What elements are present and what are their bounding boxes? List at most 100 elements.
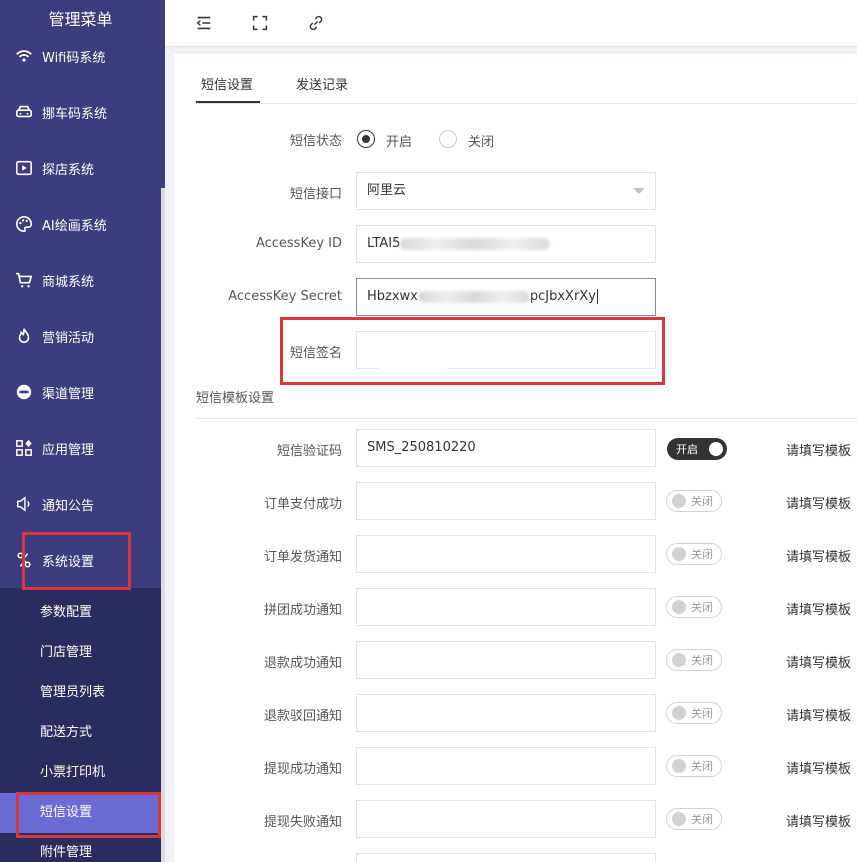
template-hint: 请填写模板 [786, 656, 852, 671]
sidebar-item-car[interactable]: 挪车码系统 [0, 84, 161, 140]
sidebar-item-label: 通知公告 [42, 498, 95, 514]
access-key-secret-label: AccessKey Secret [228, 289, 342, 304]
sub-item-params[interactable]: 参数配置 [0, 593, 161, 633]
template-row-label: 提现失败通知 [263, 815, 342, 830]
sidebar-item-label: 挪车码系统 [42, 106, 108, 122]
switch-label: 关闭 [691, 654, 713, 667]
speaker-icon [14, 494, 34, 514]
template-switch[interactable]: 关闭 [666, 755, 722, 777]
sidebar-item-apps[interactable]: 应用管理 [0, 420, 161, 476]
sms-interface-select[interactable]: 阿里云 [356, 172, 656, 210]
access-key-id-value: LTAI5 [367, 236, 401, 251]
video-icon [14, 158, 34, 178]
sidebar-item-mall[interactable]: 商城系统 [0, 252, 161, 308]
menu-fold-icon[interactable] [194, 13, 214, 33]
template-section-title: 短信模板设置 [196, 391, 275, 406]
template-switch[interactable]: 关闭 [666, 596, 722, 618]
switch-knob [672, 759, 686, 773]
template-code-input[interactable] [356, 747, 656, 785]
sidebar-item-label: 商城系统 [42, 274, 95, 290]
redacted-blur [417, 290, 530, 303]
switch-knob [709, 442, 723, 456]
template-code-input[interactable] [356, 482, 656, 520]
access-key-id-label: AccessKey ID [255, 236, 342, 251]
sidebar-item-label: AI绘画系统 [42, 218, 107, 234]
access-key-secret-value-tail: pcJbxXrXy [529, 289, 596, 304]
template-hint: 请填写模板 [786, 550, 852, 565]
switch-knob [672, 494, 686, 508]
wifi-icon [14, 46, 34, 66]
template-row-label: 提现成功通知 [263, 762, 342, 777]
sidebar-item-wifi[interactable]: Wifi码系统 [0, 28, 161, 84]
status-off-radio[interactable] [439, 130, 457, 148]
template-hint: 请填写模板 [786, 762, 852, 777]
sidebar-scrollbar[interactable] [161, 188, 165, 862]
palette-icon [14, 214, 34, 234]
template-code-input[interactable] [356, 694, 656, 732]
highlight-box-system-settings [22, 532, 131, 590]
switch-knob [672, 547, 686, 561]
sidebar-item-label: Wifi码系统 [42, 50, 106, 66]
sidebar-item-marketing[interactable]: 营销活动 [0, 308, 161, 364]
switch-knob [672, 812, 686, 826]
sidebar-item-channel[interactable]: 渠道管理 [0, 364, 161, 420]
switch-knob [672, 600, 686, 614]
sidebar-item-ai-painting[interactable]: AI绘画系统 [0, 196, 161, 252]
sidebar-item-notice[interactable]: 通知公告 [0, 476, 161, 532]
switch-label: 开启 [676, 443, 698, 456]
link-icon[interactable] [306, 13, 326, 33]
sms-status-label: 短信状态 [289, 134, 342, 149]
redacted-blur [400, 237, 551, 250]
template-switch[interactable]: 关闭 [666, 649, 722, 671]
template-code-input-partial[interactable] [356, 853, 656, 862]
status-off-label[interactable]: 关闭 [468, 131, 494, 150]
template-row-label: 退款成功通知 [263, 656, 342, 671]
template-switch[interactable]: 关闭 [666, 808, 722, 830]
access-key-secret-value: Hbzxwx [367, 289, 418, 304]
template-hint: 请填写模板 [786, 497, 852, 512]
cart-icon [14, 270, 34, 290]
status-on-radio[interactable] [357, 130, 375, 148]
chevron-down-icon [633, 188, 645, 194]
status-on-label[interactable]: 开启 [386, 131, 412, 150]
fullscreen-icon[interactable] [250, 13, 270, 33]
sidebar: 管理菜单 Wifi码系统 挪车码系统 探店系统 AI绘画系统 商城系统 营销活动… [0, 0, 165, 862]
template-switch[interactable]: 关闭 [666, 490, 722, 512]
switch-knob [672, 653, 686, 667]
tab-send-records[interactable]: 发送记录 [296, 74, 348, 93]
sub-item-delivery[interactable]: 配送方式 [0, 713, 161, 753]
template-row-label: 订单发货通知 [263, 550, 342, 565]
template-code-input[interactable]: SMS_250810220 [356, 429, 656, 467]
tab-sms-settings[interactable]: 短信设置 [201, 74, 253, 93]
template-row-label: 拼团成功通知 [263, 603, 342, 618]
sub-item-admins[interactable]: 管理员列表 [0, 673, 161, 713]
template-code-input[interactable] [356, 588, 656, 626]
sms-interface-label: 短信接口 [289, 187, 342, 202]
switch-label: 关闭 [691, 813, 713, 826]
sidebar-item-label: 应用管理 [42, 442, 95, 458]
switch-label: 关闭 [691, 601, 713, 614]
sub-item-stores[interactable]: 门店管理 [0, 633, 161, 673]
template-code-input[interactable] [356, 800, 656, 838]
template-row-label: 订单支付成功 [263, 497, 342, 512]
template-hint: 请填写模板 [786, 709, 852, 724]
text-cursor: ​ [596, 289, 598, 304]
car-icon [14, 102, 34, 122]
section-divider [196, 418, 857, 419]
highlight-box-sms-settings [16, 792, 161, 838]
access-key-secret-input[interactable]: Hbzxwx pcJbxXrXy​ [356, 278, 656, 316]
template-switch[interactable]: 开启 [667, 438, 727, 460]
access-key-id-input[interactable]: LTAI5 [356, 225, 656, 263]
tabs-divider [196, 103, 857, 104]
switch-label: 关闭 [691, 760, 713, 773]
template-switch[interactable]: 关闭 [666, 543, 722, 565]
sidebar-item-label: 营销活动 [42, 330, 95, 346]
template-switch[interactable]: 关闭 [666, 702, 722, 724]
sub-item-printer[interactable]: 小票打印机 [0, 753, 161, 793]
template-code-input[interactable] [356, 535, 656, 573]
switch-label: 关闭 [691, 495, 713, 508]
sms-interface-value: 阿里云 [367, 183, 407, 198]
template-code-input[interactable] [356, 641, 656, 679]
template-hint: 请填写模板 [786, 444, 852, 459]
sidebar-item-explore[interactable]: 探店系统 [0, 140, 161, 196]
